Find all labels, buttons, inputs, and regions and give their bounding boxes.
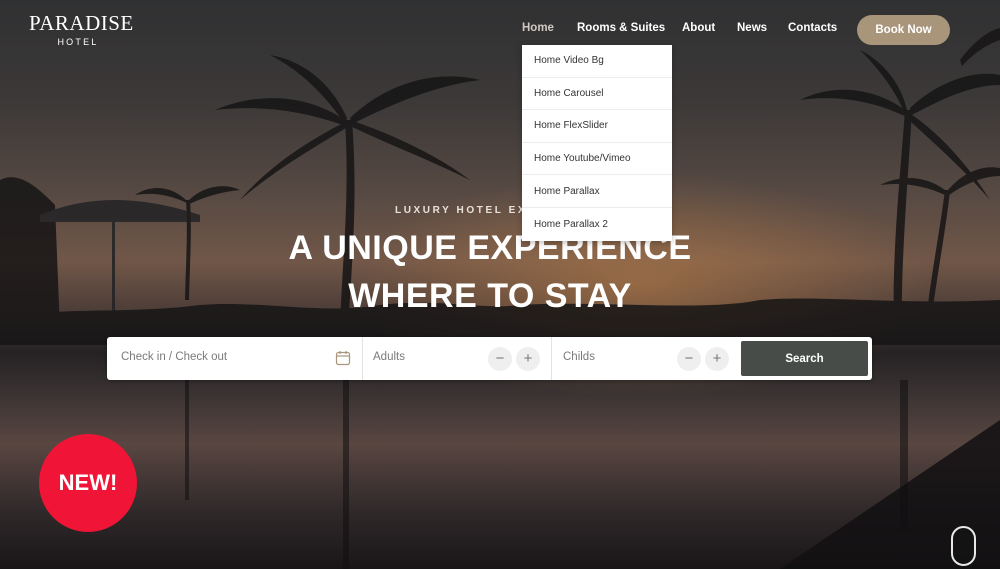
main-navigation: Home Rooms & Suites About News Contacts	[0, 22, 1000, 40]
adults-decrement-button[interactable]: −	[488, 347, 512, 371]
childs-increment-button[interactable]: +	[705, 347, 729, 371]
calendar-icon[interactable]	[335, 350, 351, 366]
book-now-button[interactable]: Book Now	[857, 15, 950, 45]
adults-increment-button[interactable]: +	[516, 347, 540, 371]
scroll-down-indicator[interactable]	[951, 526, 976, 566]
dropdown-item-home-parallax-2[interactable]: Home Parallax 2	[522, 208, 672, 241]
dropdown-item-home-flexslider[interactable]: Home FlexSlider	[522, 110, 672, 143]
dropdown-item-home-video-bg[interactable]: Home Video Bg	[522, 45, 672, 78]
search-button[interactable]: Search	[741, 341, 868, 376]
nav-item-news[interactable]: News	[737, 22, 767, 34]
field-divider	[362, 337, 363, 380]
hero-headline-line2: WHERE TO STAY	[348, 277, 632, 315]
nav-item-home[interactable]: Home	[522, 22, 554, 34]
hero-tagline: LUXURY HOTEL EXP	[395, 205, 537, 216]
dropdown-item-home-carousel[interactable]: Home Carousel	[522, 78, 672, 111]
home-dropdown-menu: Home Video Bg Home Carousel Home FlexSli…	[522, 45, 672, 241]
nav-item-about[interactable]: About	[682, 22, 715, 34]
field-divider	[551, 337, 552, 380]
dropdown-item-home-parallax[interactable]: Home Parallax	[522, 175, 672, 208]
checkin-checkout-field[interactable]: Check in / Check out	[121, 351, 227, 363]
hero-headline-line1: A UNIQUE EXPERIENCE	[288, 229, 692, 267]
nav-item-contacts[interactable]: Contacts	[788, 22, 837, 34]
hero-section: PARADISE HOTEL Home Rooms & Suites About…	[0, 0, 1000, 569]
childs-decrement-button[interactable]: −	[677, 347, 701, 371]
adults-label: Adults	[373, 351, 405, 363]
new-badge: NEW!	[39, 434, 137, 532]
nav-item-rooms-suites[interactable]: Rooms & Suites	[577, 22, 665, 34]
booking-form: Check in / Check out Adults − + Childs −…	[107, 337, 872, 380]
childs-label: Childs	[563, 351, 595, 363]
dropdown-item-home-youtube-vimeo[interactable]: Home Youtube/Vimeo	[522, 143, 672, 176]
